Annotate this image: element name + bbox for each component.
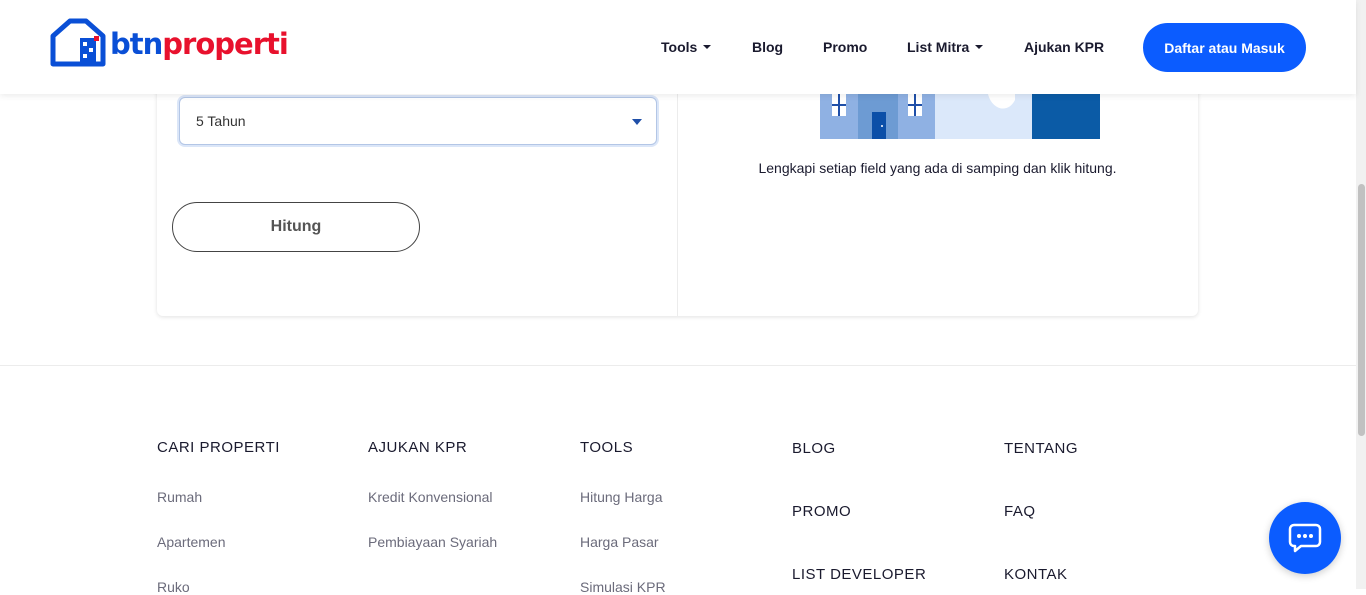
logo-text-properti: properti — [162, 27, 289, 61]
logo-text-btn: btn — [110, 27, 163, 61]
result-hint-text: Lengkapi setiap field yang ada di sampin… — [758, 160, 1117, 176]
footer-link-faq[interactable]: FAQ — [1004, 503, 1036, 520]
nav-ajukan-kpr-label: Ajukan KPR — [1024, 39, 1105, 55]
nav-promo[interactable]: Promo — [823, 0, 867, 94]
calculate-button[interactable]: Hitung — [172, 202, 420, 252]
nav-blog-label: Blog — [752, 39, 784, 55]
footer-link-list-developer[interactable]: LIST DEVELOPER — [792, 566, 926, 583]
house-logo-icon — [50, 18, 106, 67]
nav-list-mitra-label: List Mitra — [907, 39, 984, 55]
footer-link-simulasi-kpr[interactable]: Simulasi KPR — [580, 579, 666, 595]
site-header: btnproperti Tools Blog Promo List Mitra … — [0, 0, 1356, 94]
footer-link-tentang[interactable]: TENTANG — [1004, 440, 1078, 457]
footer-link-promo[interactable]: PROMO — [792, 503, 851, 520]
nav-promo-label: Promo — [823, 39, 868, 55]
nav-ajukan-kpr[interactable]: Ajukan KPR — [1024, 0, 1104, 94]
caret-down-icon — [632, 119, 642, 125]
footer-heading-ajukan-kpr: AJUKAN KPR — [368, 439, 468, 456]
card-divider — [677, 94, 678, 316]
footer-heading-cari-properti: CARI PROPERTI — [157, 439, 280, 456]
footer-link-hitung-harga[interactable]: Hitung Harga — [580, 489, 663, 505]
chat-bubble-icon — [1288, 523, 1322, 553]
site-logo[interactable]: btnproperti — [50, 18, 289, 68]
footer-link-apartemen[interactable]: Apartemen — [157, 534, 225, 550]
footer-link-pembiayaan-syariah[interactable]: Pembiayaan Syariah — [368, 534, 497, 550]
scrollbar-thumb[interactable] — [1358, 184, 1365, 436]
nav-tools[interactable]: Tools — [661, 0, 712, 94]
footer-link-kredit-konvensional[interactable]: Kredit Konvensional — [368, 489, 493, 505]
footer-link-harga-pasar[interactable]: Harga Pasar — [580, 534, 659, 550]
footer-link-ruko[interactable]: Ruko — [157, 579, 190, 595]
footer-link-kontak[interactable]: KONTAK — [1004, 566, 1068, 583]
nav-list-mitra[interactable]: List Mitra — [907, 0, 984, 94]
footer-link-blog[interactable]: BLOG — [792, 440, 836, 457]
login-register-button[interactable]: Daftar atau Masuk — [1143, 23, 1306, 72]
logo-wordmark: btnproperti — [110, 27, 289, 61]
footer-divider — [0, 365, 1356, 366]
footer-heading-tools: TOOLS — [580, 439, 634, 456]
caret-down-icon — [975, 45, 984, 49]
nav-blog[interactable]: Blog — [752, 0, 783, 94]
nav-tools-label: Tools — [661, 39, 712, 55]
footer-link-rumah[interactable]: Rumah — [157, 489, 202, 505]
caret-down-icon — [703, 45, 712, 49]
tenor-select-value: 5 Tahun — [196, 113, 246, 129]
chat-button[interactable] — [1269, 502, 1341, 574]
tenor-select[interactable]: 5 Tahun — [179, 97, 657, 145]
kpr-calculator-card: 5 Tahun Hitung Lengkapi setiap field yan… — [157, 60, 1198, 316]
